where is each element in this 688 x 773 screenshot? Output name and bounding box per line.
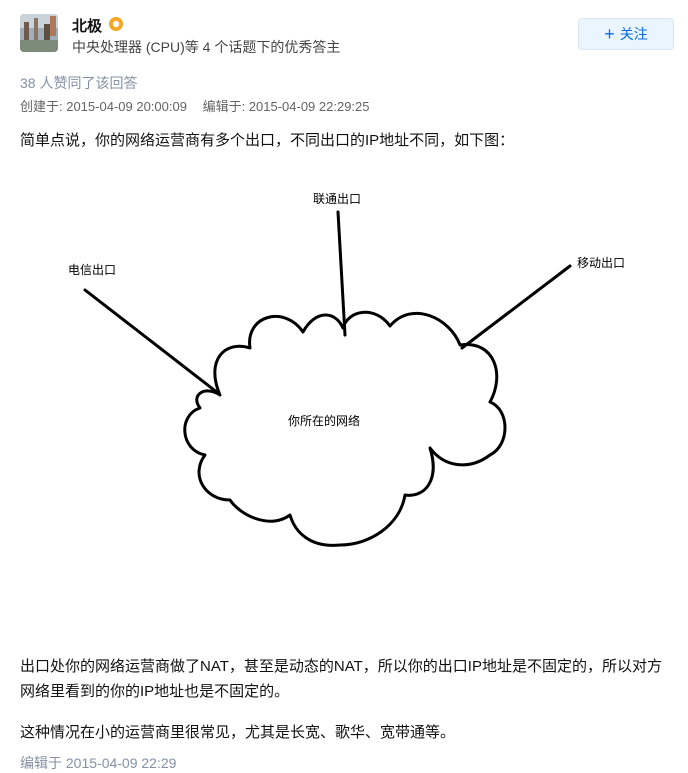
follow-button-label: 关注	[619, 26, 648, 42]
answer-paragraph-common: 这种情况在小的运营商里很常见，尤其是长宽、歌华、宽带通等。	[20, 724, 456, 741]
network-exit-diagram: 电信出口 联通出口 移动出口 你所在的网络	[68, 192, 625, 547]
telecom-link	[83, 288, 220, 395]
follow-button[interactable]: + 关注	[578, 18, 674, 50]
edited-time: 编辑于: 2015-04-09 22:29:25	[202, 99, 370, 114]
created-time: 创建于: 2015-04-09 20:00:09	[20, 99, 187, 114]
answer-author-header: 北极 中央处理器 (CPU)等 4 个话题下的优秀答主 + 关注	[20, 14, 674, 56]
vote-count: 38 人赞同了该回答	[20, 75, 138, 91]
label-telecom-exit: 电信出口	[68, 263, 116, 277]
excellent-answerer-badge-icon	[109, 17, 123, 31]
answer-paragraph-intro: 简单点说，你的网络运营商有多个出口，不同出口的IP地址不同，如下图：	[20, 132, 515, 149]
answer-timestamps: 创建于: 2015-04-09 20:00:09 编辑于: 2015-04-09…	[20, 96, 382, 115]
avatar[interactable]	[20, 14, 58, 52]
mobile-link	[460, 264, 572, 350]
edited-footer[interactable]: 编辑于 2015-04-09 22:29	[20, 753, 176, 773]
plus-icon: +	[604, 24, 615, 44]
label-unicom-exit: 联通出口	[313, 192, 361, 206]
author-name[interactable]: 北极	[72, 15, 102, 36]
unicom-link	[336, 210, 347, 337]
label-mobile-exit: 移动出口	[577, 256, 625, 270]
label-your-network: 你所在的网络	[288, 413, 360, 428]
cloud-outline	[183, 310, 507, 547]
answer-paragraph-nat: 出口处你的网络运营商做了NAT，甚至是动态的NAT，所以你的出口IP地址是不固定…	[20, 658, 662, 700]
author-bio: 中央处理器 (CPU)等 4 个话题下的优秀答主	[72, 39, 341, 55]
